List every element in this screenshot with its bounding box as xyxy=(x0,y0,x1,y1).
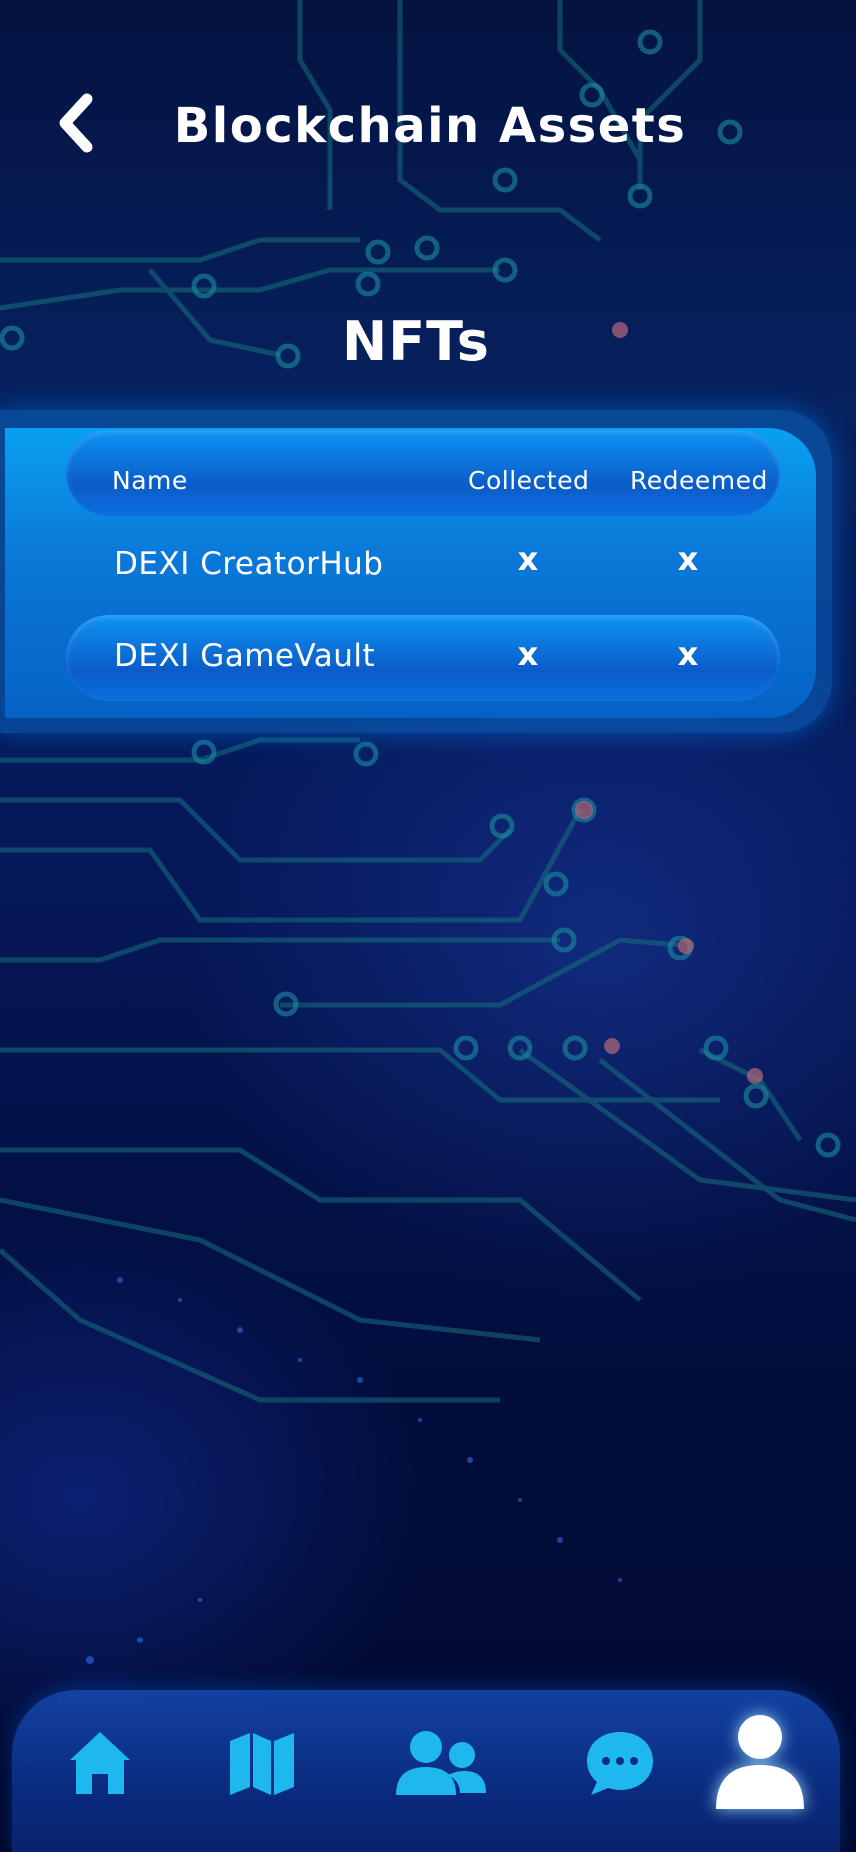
profile-icon xyxy=(710,1713,810,1817)
redeemed-status: x xyxy=(677,540,699,578)
nav-messages[interactable] xyxy=(560,1705,680,1825)
nav-map[interactable] xyxy=(202,1705,322,1825)
column-header-redeemed: Redeemed xyxy=(630,466,768,495)
nft-name: DEXI GameVault xyxy=(114,638,376,674)
collected-status: x xyxy=(517,540,539,578)
circuit-background xyxy=(0,0,856,1764)
collected-status: x xyxy=(517,635,539,673)
section-title: NFTs xyxy=(342,310,490,373)
chevron-left-icon xyxy=(53,91,97,159)
redeemed-status: x xyxy=(677,635,699,673)
nav-home[interactable] xyxy=(40,1705,160,1825)
column-header-collected: Collected xyxy=(468,466,590,495)
nav-profile[interactable] xyxy=(700,1705,820,1825)
nav-community[interactable] xyxy=(380,1705,500,1825)
column-header-name: Name xyxy=(112,466,188,495)
nft-name: DEXI CreatorHub xyxy=(114,546,384,582)
chat-icon xyxy=(584,1729,656,1801)
home-icon xyxy=(68,1730,132,1800)
back-button[interactable] xyxy=(40,90,110,160)
page-title: Blockchain Assets xyxy=(173,98,687,154)
users-icon xyxy=(392,1729,488,1801)
map-icon xyxy=(228,1729,296,1801)
